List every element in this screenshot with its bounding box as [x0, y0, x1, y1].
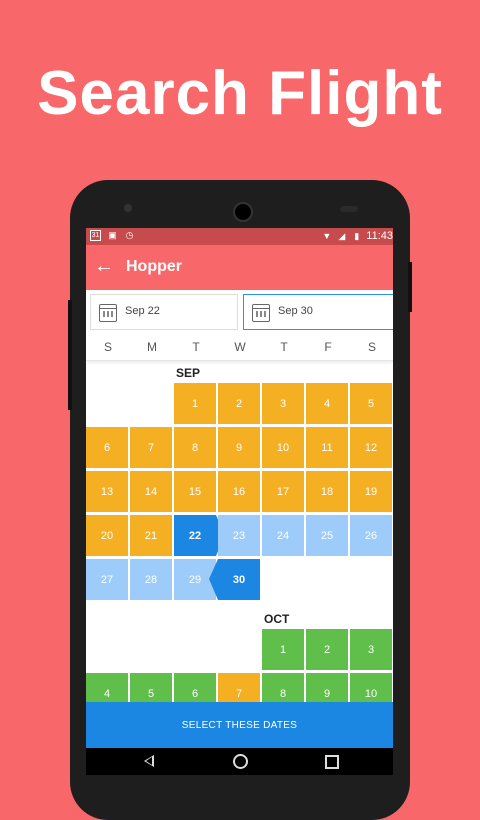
- weekday-label: W: [234, 340, 246, 354]
- app-title: Hopper: [126, 258, 182, 275]
- day-cell[interactable]: 2: [306, 629, 348, 670]
- calendar-status-icon: 31: [90, 230, 101, 241]
- day-cell[interactable]: 12: [350, 427, 392, 468]
- month-label: SEP: [176, 366, 201, 380]
- day-cell[interactable]: 11: [306, 427, 348, 468]
- day-cell[interactable]: 2: [218, 383, 260, 424]
- day-cell[interactable]: 13: [86, 471, 128, 512]
- return-date-field[interactable]: Sep 30: [243, 294, 393, 330]
- app-screen: 31 ▣ ◷ ▼ ◢ ▮ 11:43 ← Hopper Sep 22 Sep 3…: [86, 228, 393, 775]
- system-nav-bar: [86, 748, 393, 775]
- day-cell[interactable]: 5: [350, 383, 392, 424]
- calendar-icon: [99, 304, 117, 322]
- day-cell[interactable]: 3: [262, 383, 304, 424]
- day-cell[interactable]: 17: [262, 471, 304, 512]
- front-camera: [124, 204, 132, 212]
- signal-icon: ◢: [338, 230, 346, 241]
- day-cell[interactable]: 1: [174, 383, 216, 424]
- day-cell[interactable]: 15: [174, 471, 216, 512]
- return-date-label: Sep 30: [278, 305, 313, 317]
- weekday-label: S: [103, 340, 112, 354]
- weekday-label: T: [280, 340, 288, 354]
- day-cell[interactable]: 24: [262, 515, 304, 556]
- day-cell[interactable]: 30: [209, 559, 260, 600]
- nav-recents-icon[interactable]: [325, 755, 339, 769]
- day-cell[interactable]: 4: [306, 383, 348, 424]
- day-cell[interactable]: 3: [350, 629, 392, 670]
- weekday-label: T: [192, 340, 200, 354]
- day-cell[interactable]: 18: [306, 471, 348, 512]
- day-cell[interactable]: 9: [218, 427, 260, 468]
- select-dates-button[interactable]: SELECT THESE DATES: [86, 702, 393, 748]
- earpiece-speaker: [233, 202, 253, 222]
- day-cell[interactable]: 26: [350, 515, 392, 556]
- status-bar: 31 ▣ ◷ ▼ ◢ ▮ 11:43: [86, 228, 393, 245]
- day-cell[interactable]: 28: [130, 559, 172, 600]
- weekday-label: F: [324, 340, 332, 354]
- weekday-label: S: [367, 340, 376, 354]
- nav-back-icon[interactable]: [144, 755, 154, 767]
- departure-date-field[interactable]: Sep 22: [90, 294, 238, 330]
- day-cell[interactable]: 14: [130, 471, 172, 512]
- proximity-sensor: [340, 206, 358, 212]
- calendar-icon: [252, 304, 270, 322]
- day-cell[interactable]: 27: [86, 559, 128, 600]
- volume-button: [68, 300, 72, 410]
- nav-home-icon[interactable]: [233, 754, 248, 769]
- day-cell[interactable]: 19: [350, 471, 392, 512]
- day-cell[interactable]: 25: [306, 515, 348, 556]
- status-time: 11:43: [366, 230, 393, 242]
- promo-headline: Search Flight: [37, 59, 443, 128]
- date-range-bar: Sep 22 Sep 30: [86, 290, 393, 334]
- departure-date-label: Sep 22: [125, 305, 160, 317]
- app-bar: ← Hopper: [86, 245, 393, 290]
- day-cell[interactable]: 22: [174, 515, 225, 556]
- day-cell[interactable]: 1: [262, 629, 304, 670]
- day-cell[interactable]: 8: [174, 427, 216, 468]
- weekday-header: S M T W T F S: [86, 336, 393, 361]
- day-cell[interactable]: 6: [86, 427, 128, 468]
- back-arrow-icon[interactable]: ←: [94, 255, 114, 277]
- battery-icon: ▮: [354, 230, 360, 241]
- day-cell[interactable]: 23: [218, 515, 260, 556]
- day-cell[interactable]: 10: [262, 427, 304, 468]
- alarm-status-icon: ◷: [125, 230, 134, 240]
- day-cell[interactable]: 21: [130, 515, 172, 556]
- wifi-icon: ▼: [322, 230, 332, 241]
- weekday-label: M: [147, 340, 157, 354]
- day-cell[interactable]: 16: [218, 471, 260, 512]
- day-cell[interactable]: 20: [86, 515, 128, 556]
- power-button: [408, 262, 412, 312]
- month-label: OCT: [264, 612, 290, 626]
- day-cell[interactable]: 7: [130, 427, 172, 468]
- image-status-icon: ▣: [108, 230, 117, 240]
